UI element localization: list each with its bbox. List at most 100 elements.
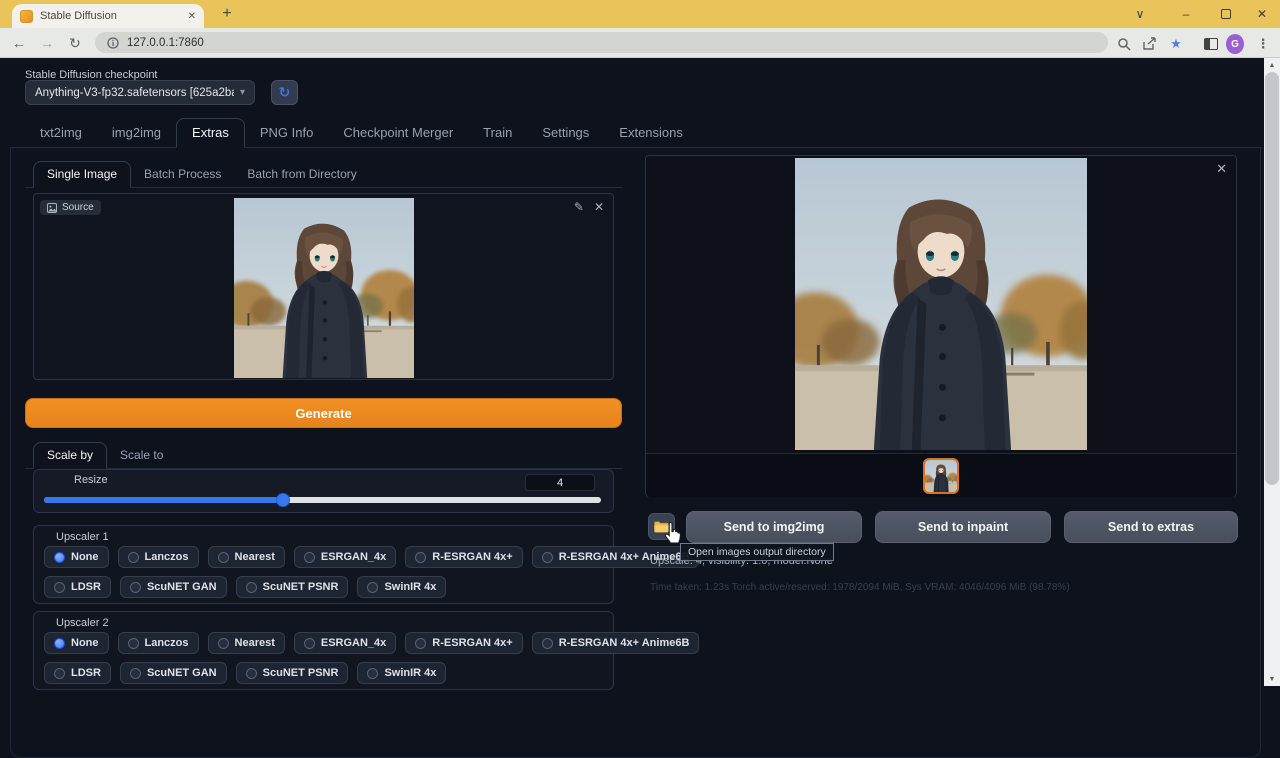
reload-button[interactable]: ↻ xyxy=(64,32,86,54)
radio-icon xyxy=(54,668,65,679)
upscaler1-option-nearest[interactable]: Nearest xyxy=(208,546,285,568)
output-gallery: ✕ xyxy=(645,155,1237,497)
generate-button[interactable]: Generate xyxy=(25,398,622,428)
upscaler1-option-none[interactable]: None xyxy=(44,546,109,568)
upscaler2-row: None Lanczos Nearest ESRGAN_4x R-ESRGAN 4x+ R… xyxy=(44,632,699,654)
upscaler1-option-ldsr[interactable]: LDSR xyxy=(44,576,111,598)
upscaler2-option-none[interactable]: None xyxy=(44,632,109,654)
option-label: R-ESRGAN 4x+ xyxy=(432,551,512,563)
forward-button[interactable]: → xyxy=(36,32,58,54)
send-to-extras-button[interactable]: Send to extras xyxy=(1064,511,1238,543)
edit-image-icon[interactable]: ✎ xyxy=(574,200,584,214)
source-image[interactable] xyxy=(234,198,414,378)
output-image[interactable] xyxy=(795,158,1087,450)
radio-icon xyxy=(128,638,139,649)
tab-extensions[interactable]: Extensions xyxy=(604,119,698,147)
upscaler2-option-scunet-psnr[interactable]: ScuNET PSNR xyxy=(236,662,349,684)
radio-icon xyxy=(54,552,65,563)
option-label: SwinIR 4x xyxy=(384,581,436,593)
upscaler1-option-lanczos[interactable]: Lanczos xyxy=(118,546,199,568)
upscaler1-option-swinir-4x[interactable]: SwinIR 4x xyxy=(357,576,446,598)
tab-txt2img[interactable]: txt2img xyxy=(25,119,97,147)
radio-icon xyxy=(128,552,139,563)
source-image-dropzone[interactable]: Source ✎ ✕ xyxy=(33,193,614,380)
scroll-up-arrow[interactable]: ▲ xyxy=(1264,58,1280,72)
clear-image-icon[interactable]: ✕ xyxy=(594,200,604,214)
tab-batch-from-directory[interactable]: Batch from Directory xyxy=(234,162,369,187)
bookmark-star-icon[interactable]: ★ xyxy=(1167,35,1185,53)
new-tab-button[interactable]: + xyxy=(216,3,238,25)
screen: Stable Diffusion ✕ + ∨ – ✕ ← → ↻ 127.0.0… xyxy=(0,0,1280,686)
radio-icon xyxy=(304,638,315,649)
scale-mode-tab-bar: Scale byScale to xyxy=(25,442,622,469)
browser-tab[interactable]: Stable Diffusion ✕ xyxy=(12,4,204,28)
option-label: Lanczos xyxy=(145,637,189,649)
tab-scale-by[interactable]: Scale by xyxy=(33,442,107,469)
option-label: None xyxy=(71,551,99,563)
send-to-inpaint-button[interactable]: Send to inpaint xyxy=(875,511,1051,543)
tab-extras[interactable]: Extras xyxy=(176,118,245,148)
upscaler2-option-esrgan-4x[interactable]: ESRGAN_4x xyxy=(294,632,396,654)
upscaler1-option-scunet-gan[interactable]: ScuNET GAN xyxy=(120,576,227,598)
tab-png-info[interactable]: PNG Info xyxy=(245,119,328,147)
upscaler2-option-ldsr[interactable]: LDSR xyxy=(44,662,111,684)
upscaler2-option-nearest[interactable]: Nearest xyxy=(208,632,285,654)
refresh-checkpoint-button[interactable]: ↻ xyxy=(271,80,298,105)
side-panel-icon[interactable] xyxy=(1202,35,1220,53)
upscaler2-option-scunet-gan[interactable]: ScuNET GAN xyxy=(120,662,227,684)
tab-train[interactable]: Train xyxy=(468,119,527,147)
minimize-button[interactable]: – xyxy=(1176,5,1196,23)
upscaler2-option-r-esrgan-4x-anime6b[interactable]: R-ESRGAN 4x+ Anime6B xyxy=(532,632,700,654)
upscaler2-row: LDSR ScuNET GAN ScuNET PSNR SwinIR 4x xyxy=(44,662,446,684)
send-to-img2img-button[interactable]: Send to img2img xyxy=(686,511,862,543)
option-label: None xyxy=(71,637,99,649)
option-label: ScuNET GAN xyxy=(147,581,217,593)
upscaler2-option-lanczos[interactable]: Lanczos xyxy=(118,632,199,654)
main-tab-bar: txt2imgimg2imgExtrasPNG InfoCheckpoint M… xyxy=(10,120,1262,148)
resize-value-input[interactable] xyxy=(525,474,595,491)
browser-toolbar: ← → ↻ 127.0.0.1:7860 ★ G ⋮ xyxy=(0,28,1280,58)
scroll-down-arrow[interactable]: ▼ xyxy=(1264,672,1280,686)
thumbnail-selected[interactable] xyxy=(923,458,959,494)
radio-icon xyxy=(246,668,257,679)
upscaler2-option-r-esrgan-4x-[interactable]: R-ESRGAN 4x+ xyxy=(405,632,522,654)
zoom-icon[interactable] xyxy=(1115,35,1133,53)
tab-batch-process[interactable]: Batch Process xyxy=(131,162,234,187)
tab-checkpoint-merger[interactable]: Checkpoint Merger xyxy=(328,119,468,147)
tab-title: Stable Diffusion xyxy=(40,10,181,22)
tab-search-icon[interactable]: ∨ xyxy=(1130,5,1150,23)
gallery-close-icon[interactable]: ✕ xyxy=(1216,161,1227,177)
maximize-button[interactable] xyxy=(1221,9,1231,19)
slider-handle[interactable] xyxy=(276,493,290,507)
option-label: ESRGAN_4x xyxy=(321,551,386,563)
checkpoint-dropdown[interactable]: Anything-V3-fp32.safetensors [625a2ba2] … xyxy=(25,80,255,105)
option-label: R-ESRGAN 4x+ xyxy=(432,637,512,649)
tab-close-icon[interactable]: ✕ xyxy=(188,11,196,22)
back-button[interactable]: ← xyxy=(8,32,30,54)
url-text: 127.0.0.1:7860 xyxy=(127,37,204,49)
browser-titlebar: Stable Diffusion ✕ + ∨ – ✕ xyxy=(0,0,1280,28)
browser-menu-icon[interactable]: ⋮ xyxy=(1254,35,1272,53)
upscaler2-group: Upscaler 2NoneLanczosNearestESRGAN_4xR-E… xyxy=(33,611,614,690)
site-info-icon[interactable] xyxy=(107,37,119,49)
close-window-button[interactable]: ✕ xyxy=(1252,5,1272,23)
upscaler2-option-swinir-4x[interactable]: SwinIR 4x xyxy=(357,662,446,684)
radio-icon xyxy=(367,668,378,679)
resize-slider[interactable] xyxy=(44,495,601,505)
address-bar[interactable]: 127.0.0.1:7860 xyxy=(95,32,1108,53)
tab-settings[interactable]: Settings xyxy=(527,119,604,147)
upscaler1-option-r-esrgan-4x-[interactable]: R-ESRGAN 4x+ xyxy=(405,546,522,568)
tab-single-image[interactable]: Single Image xyxy=(33,161,131,188)
upscaler1-option-scunet-psnr[interactable]: ScuNET PSNR xyxy=(236,576,349,598)
option-label: ESRGAN_4x xyxy=(321,637,386,649)
scrollbar-thumb[interactable] xyxy=(1265,72,1279,485)
profile-avatar[interactable]: G xyxy=(1226,35,1244,53)
tab-scale-to[interactable]: Scale to xyxy=(107,443,176,468)
page-scrollbar: ▲ ▼ xyxy=(1264,58,1280,686)
source-label: Source xyxy=(62,202,94,213)
share-icon[interactable] xyxy=(1140,35,1158,53)
checkpoint-value: Anything-V3-fp32.safetensors [625a2ba2] xyxy=(35,87,234,99)
tab-img2img[interactable]: img2img xyxy=(97,119,176,147)
option-label: ScuNET PSNR xyxy=(263,667,339,679)
upscaler1-option-esrgan-4x[interactable]: ESRGAN_4x xyxy=(294,546,396,568)
